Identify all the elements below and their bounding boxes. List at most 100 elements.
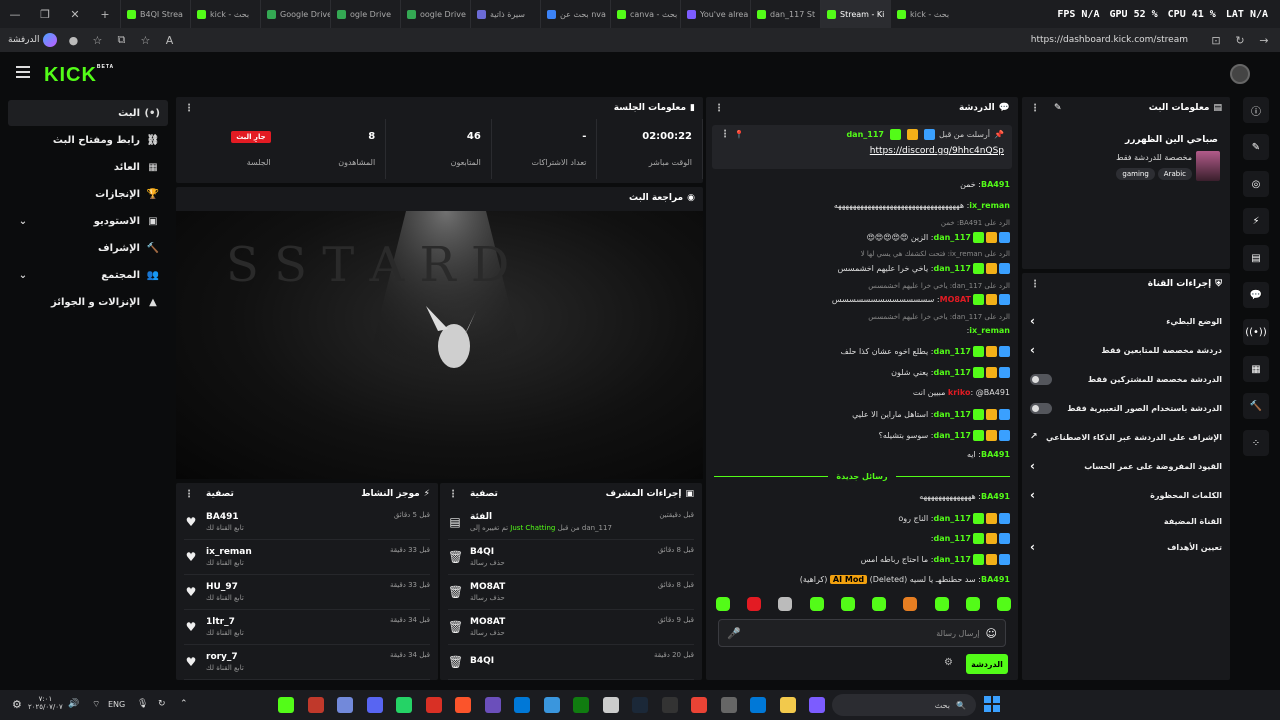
hammer-icon[interactable]: 🔨 bbox=[1243, 393, 1269, 419]
nav-stream[interactable]: (•) البث bbox=[8, 100, 168, 126]
chat-username[interactable]: dan_117 bbox=[933, 347, 971, 356]
more-options-icon[interactable]: ⋮ bbox=[184, 489, 194, 500]
microphone-icon[interactable]: 🎤 bbox=[727, 627, 741, 640]
start-icon[interactable] bbox=[984, 696, 1000, 712]
activity-item[interactable]: ♥ rory_7 تابع القناة لك قبل 34 دقيقة bbox=[184, 645, 430, 680]
emote-icon[interactable] bbox=[934, 597, 949, 611]
chat-username[interactable]: BA491 bbox=[981, 450, 1010, 459]
taskbar-app-icon[interactable] bbox=[691, 697, 707, 713]
external-link-icon[interactable]: ↗ bbox=[1030, 432, 1038, 442]
activity-item[interactable]: ♥ 1ltr_7 تابع القناة لك قبل 34 دقيقة bbox=[184, 610, 430, 645]
chat-message[interactable]: BA491: ايه bbox=[718, 450, 1010, 459]
chevron-down-icon[interactable]: ⌄ bbox=[16, 216, 30, 227]
emote-icon[interactable] bbox=[747, 597, 762, 611]
nav-community[interactable]: 👥 المجتمع ⌄ bbox=[8, 262, 168, 288]
activity-item[interactable]: ♥ ix_reman تابع القناة لك قبل 33 دقيقة bbox=[184, 540, 430, 575]
broadcast-icon[interactable]: ((•)) bbox=[1243, 319, 1269, 345]
emote-icon[interactable] bbox=[809, 597, 824, 611]
nav-achievements[interactable]: 🏆 الإنجازات bbox=[8, 181, 168, 207]
chat-username[interactable]: ix_reman bbox=[969, 326, 1010, 335]
emote-icon[interactable] bbox=[997, 597, 1011, 611]
chat-message[interactable]: BA491: خمن bbox=[718, 180, 1010, 189]
site-info-icon[interactable]: ⊡ bbox=[1208, 32, 1224, 48]
chat-message[interactable]: dan_117: الزين 😍😍😍😍😍 bbox=[718, 232, 1010, 243]
chevron-right-icon[interactable]: › bbox=[1030, 314, 1035, 328]
kick-logo[interactable]: KICKBETA bbox=[44, 64, 114, 87]
more-options-icon[interactable]: ⋮ bbox=[720, 129, 730, 140]
chat-username[interactable]: dan_117 bbox=[933, 368, 971, 377]
filter-button[interactable]: تصفية bbox=[470, 489, 498, 500]
read-aloud-icon[interactable]: A bbox=[161, 32, 177, 48]
mod-action-item[interactable]: 🗑 MO8AT حذف رسالة قبل 9 دقائق bbox=[448, 610, 694, 645]
stream-tag[interactable]: gaming bbox=[1116, 168, 1155, 180]
taskbar-app-icon[interactable] bbox=[514, 697, 530, 713]
chat-message[interactable]: kriko: @BA491 مبيين انت bbox=[718, 388, 1010, 397]
taskbar-app-icon[interactable] bbox=[455, 697, 471, 713]
nav-drops[interactable]: ▲ الإنزالات و الجوائز bbox=[8, 289, 168, 315]
chat-message[interactable]: dan_117: يعني شلون bbox=[718, 367, 1010, 378]
microphone-icon[interactable]: 🎙 bbox=[137, 699, 148, 709]
edit-icon[interactable]: ✎ bbox=[1054, 103, 1062, 114]
toggle-switch[interactable] bbox=[1030, 402, 1052, 414]
chat-username[interactable]: dan_117 bbox=[933, 514, 971, 523]
menu-icon[interactable] bbox=[16, 66, 30, 78]
pinned-user[interactable]: dan_117 bbox=[846, 130, 884, 139]
chat-username[interactable]: MO8AT bbox=[940, 295, 971, 304]
bookmark-icon[interactable]: ☆ bbox=[137, 32, 153, 48]
chat-message[interactable]: dan_117: الناج روo bbox=[718, 513, 1010, 524]
chat-message[interactable]: dan_117: ما احتاج رباطه امس bbox=[718, 554, 1010, 565]
volume-icon[interactable]: 🔊 bbox=[68, 699, 79, 709]
channel-action-row[interactable]: الدردشة باستخدام الصور التعبيرية فقط bbox=[1030, 398, 1222, 418]
send-chat-button[interactable]: الدردشة bbox=[966, 654, 1008, 674]
favorites-icon[interactable]: ☆ bbox=[89, 32, 105, 48]
nav-stream-key[interactable]: ⛓ رابط ومفتاح البث bbox=[8, 127, 168, 153]
browser-tab[interactable]: kick - بحث bbox=[190, 0, 260, 28]
info-icon[interactable]: ⓘ bbox=[1243, 97, 1269, 123]
taskbar-app-icon[interactable] bbox=[661, 697, 678, 713]
chat-message[interactable]: MO8AT: سسسسسسسسسسسسسس bbox=[718, 294, 1010, 305]
url-field[interactable]: https://dashboard.kick.com/stream bbox=[185, 35, 1200, 45]
taskbar-app-icon[interactable] bbox=[720, 697, 737, 713]
activity-item[interactable]: ♥ BA491 تابع القناة لك قبل 5 دقائق bbox=[184, 505, 430, 540]
taskbar-app-icon[interactable] bbox=[809, 697, 825, 713]
apps-icon[interactable]: ⁘ bbox=[1243, 430, 1269, 456]
nav-revenue[interactable]: ▦ العائد bbox=[8, 154, 168, 180]
emote-icon[interactable] bbox=[840, 597, 855, 611]
emoji-icon[interactable]: ☺ bbox=[986, 627, 997, 640]
collections-icon[interactable]: ⧉ bbox=[113, 32, 129, 48]
filter-button[interactable]: تصفية bbox=[206, 489, 234, 500]
browser-tab[interactable]: oogle Drive bbox=[400, 0, 470, 28]
taskbar-app-icon[interactable] bbox=[602, 697, 619, 713]
chat-message[interactable]: ix_reman: bbox=[718, 326, 1010, 335]
chat-settings-icon[interactable]: ⚙ bbox=[944, 657, 953, 668]
channel-action-row[interactable]: الدردشة مخصصة للمشتركين فقط bbox=[1030, 369, 1222, 389]
browser-tab[interactable]: ogle Drive bbox=[330, 0, 400, 28]
emote-icon[interactable] bbox=[903, 597, 918, 611]
user-avatar[interactable] bbox=[1230, 64, 1250, 84]
channel-action-row[interactable]: الوضع البطيء › bbox=[1030, 311, 1222, 331]
list-icon[interactable]: ▤ bbox=[1243, 245, 1269, 271]
mod-action-item[interactable]: ▤ الفئة تم تغييره إلى Just Chatting من قبل… bbox=[448, 505, 694, 540]
browser-tab[interactable]: Stream - Ki bbox=[820, 0, 890, 28]
taskbar-app-icon[interactable] bbox=[337, 697, 353, 713]
activity-item[interactable]: ♥ HU_97 تابع القناة لك قبل 33 دقيقة bbox=[184, 575, 430, 610]
taskbar-app-icon[interactable] bbox=[366, 697, 383, 713]
chevron-right-icon[interactable]: › bbox=[1030, 540, 1035, 554]
taskbar-app-icon[interactable] bbox=[307, 697, 324, 713]
chat-message[interactable]: dan_117: استاهل ماراين الا عليي bbox=[718, 409, 1010, 420]
chevron-right-icon[interactable]: › bbox=[1030, 488, 1035, 502]
taskbar-app-icon[interactable] bbox=[543, 697, 560, 713]
browser-tab[interactable]: You've alrea bbox=[680, 0, 750, 28]
close-icon[interactable]: ✕ bbox=[60, 8, 90, 21]
emote-icon[interactable] bbox=[716, 597, 731, 611]
stream-video[interactable]: S S T A R D bbox=[176, 211, 703, 479]
chat-username[interactable]: BA491 bbox=[981, 180, 1010, 189]
browser-tab[interactable]: بحث عن nva bbox=[540, 0, 610, 28]
reload-icon[interactable]: ↻ bbox=[1232, 32, 1248, 48]
chat-message[interactable]: BA491: ههههههههههههههه bbox=[718, 492, 1010, 501]
taskbar-app-icon[interactable] bbox=[425, 697, 442, 713]
restore-icon[interactable]: ❐ bbox=[30, 8, 60, 21]
chat-username[interactable]: dan_117 bbox=[933, 233, 971, 242]
channel-action-row[interactable]: الإشراف على الدردشة عبر الذكاء الاصطناعي… bbox=[1030, 427, 1222, 447]
minimize-icon[interactable]: — bbox=[0, 8, 30, 21]
